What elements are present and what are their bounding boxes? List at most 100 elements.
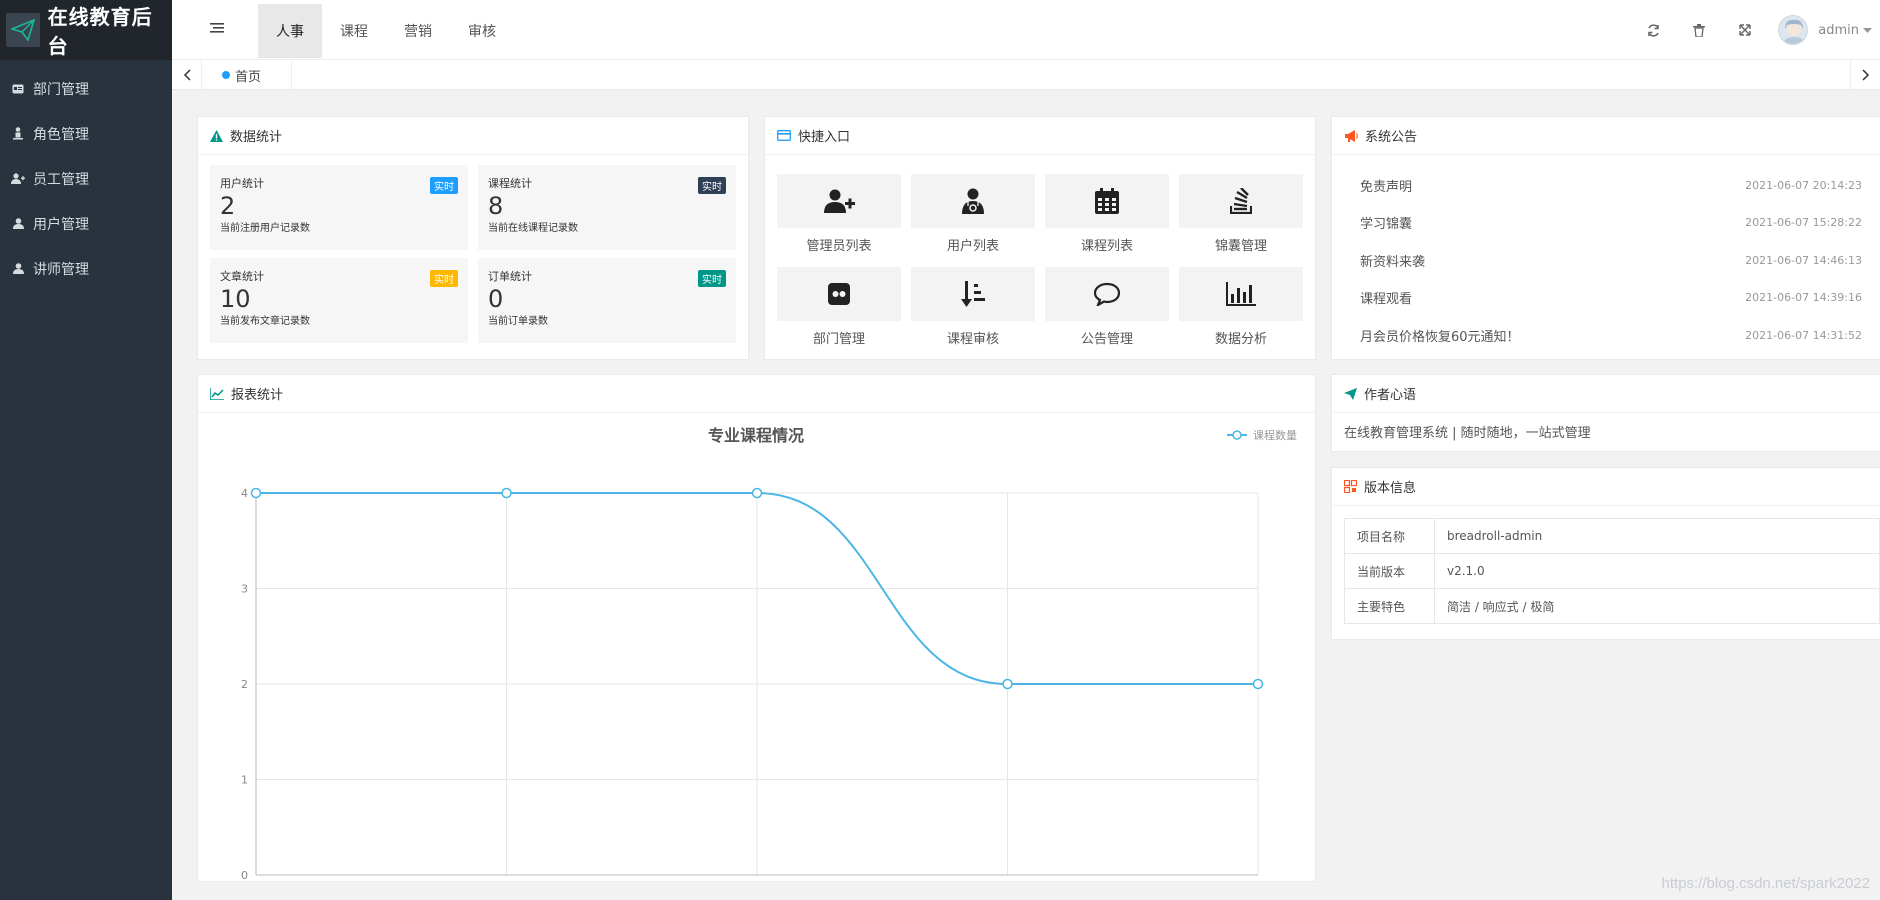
table-cell-value: 简洁 / 响应式 / 极简	[1434, 588, 1880, 624]
notice-time: 2021-06-07 14:31:52	[1745, 328, 1862, 342]
status-badge: 实时	[430, 177, 458, 194]
list-item[interactable]: 免责声明 2021-06-07 20:14:23	[1360, 175, 1862, 195]
data-point[interactable]	[751, 487, 763, 499]
trash-icon[interactable]	[1676, 23, 1722, 37]
notice-time: 2021-06-07 14:39:16	[1745, 290, 1862, 304]
version-card: 版本信息 项目名称 breadroll-admin 当前版本 v2.1.0 主要…	[1331, 467, 1880, 640]
sidebar-item-role[interactable]: 角色管理	[0, 111, 172, 156]
notice-title: 课程观看	[1360, 291, 1413, 307]
data-point[interactable]	[1002, 678, 1013, 690]
version-table: 项目名称 breadroll-admin 当前版本 v2.1.0 主要特色 简洁…	[1344, 518, 1880, 624]
list-item[interactable]: 学习锦囊 2021-06-07 15:28:22	[1360, 212, 1862, 232]
chevron-right-icon[interactable]	[1850, 60, 1880, 90]
user-doctor-icon[interactable]	[911, 174, 1035, 228]
stat-title: 文章统计	[220, 270, 264, 283]
top-nav-tabs: 人事 课程 营销 审核	[258, 4, 514, 58]
menu-toggle-icon[interactable]	[210, 22, 224, 38]
username[interactable]: admin	[1818, 23, 1859, 38]
report-card: 报表统计 0 1 2 3 4 Web前端 计算机专业基础 人工智能 办公软件 求职应聘 专业课程情…	[197, 374, 1316, 882]
legend-label: 课程数量	[1253, 429, 1297, 442]
sidebar-item-label: 员工管理	[33, 171, 89, 188]
table-cell-key: 主要特色	[1344, 588, 1435, 624]
y-tick-label: 0	[241, 869, 248, 881]
active-dot-icon	[222, 71, 230, 79]
sidebar-item-teacher[interactable]: 讲师管理	[0, 246, 172, 291]
list-item[interactable]: 课程观看 2021-06-07 14:39:16	[1360, 287, 1862, 307]
stat-courses[interactable]: 课程统计 实时 8 当前在线课程记录数	[478, 165, 736, 250]
quick-entry-admin-list[interactable]: 管理员列表	[777, 174, 901, 254]
chevron-left-icon[interactable]	[172, 60, 202, 90]
notice-title: 免责声明	[1360, 179, 1413, 195]
y-tick-label: 4	[241, 487, 248, 500]
data-point[interactable]	[250, 487, 262, 499]
tab-home[interactable]: 首页	[208, 60, 292, 90]
avatar[interactable]	[1778, 15, 1809, 45]
stat-orders[interactable]: 订单统计 实时 0 当前订单录数	[478, 258, 736, 343]
sidebar-item-label: 用户管理	[33, 216, 89, 233]
header-actions: admin	[1630, 0, 1880, 60]
stats-card: 数据统计 用户统计 实时 2 当前注册用户记录数 课程统计 实时 8 当前在线课…	[197, 116, 749, 360]
table-row: 主要特色 简洁 / 响应式 / 极简	[1344, 588, 1880, 624]
data-point[interactable]	[501, 487, 512, 499]
author-header: 作者心语	[1332, 375, 1880, 413]
notice-title: 月会员价格恢复60元通知！	[1360, 329, 1520, 345]
x-tick-label: 人工智能	[735, 880, 779, 881]
data-point[interactable]	[1252, 678, 1264, 690]
author-text: 在线教育管理系统 | 随时随地，一站式管理	[1344, 426, 1591, 441]
chart-legend[interactable]: 课程数量	[1227, 429, 1297, 442]
header: 人事 课程 营销 审核 admin	[172, 0, 1880, 60]
bullhorn-icon	[1344, 129, 1358, 142]
quick-entry-course-review[interactable]: 课程审核	[911, 267, 1035, 347]
quick-entry-label: 课程审核	[946, 332, 999, 347]
stat-desc: 当前发布文章记录数	[220, 316, 310, 327]
paper-plane-icon	[1344, 387, 1357, 400]
x-tick-label: Web前端	[233, 880, 279, 881]
quick-entry-analytics[interactable]: 数据分析	[1179, 267, 1303, 347]
sidebar-item-user[interactable]: 用户管理	[0, 201, 172, 246]
badge-icon[interactable]	[777, 267, 901, 321]
quick-entry-course-list[interactable]: 课程列表	[1045, 174, 1169, 254]
author-card: 作者心语 在线教育管理系统 | 随时随地，一站式管理	[1331, 374, 1880, 452]
x-tick-label: 计算机专业基础	[468, 880, 545, 881]
tab-hr[interactable]: 人事	[258, 4, 322, 58]
x-tick-label: 求职应聘	[1236, 880, 1280, 881]
quick-entry-label: 部门管理	[812, 332, 865, 347]
version-title: 版本信息	[1364, 481, 1417, 496]
status-badge: 实时	[698, 177, 726, 194]
bar-chart-icon[interactable]	[1179, 267, 1303, 321]
quick-entry-user-list[interactable]: 用户列表	[911, 174, 1035, 254]
quick-entry-tips[interactable]: 锦囊管理	[1179, 174, 1303, 254]
stat-articles[interactable]: 文章统计 实时 10 当前发布文章记录数	[210, 258, 468, 343]
user-plus-icon[interactable]	[777, 174, 901, 228]
sidebar: 在线教育后台 部门管理 角色管理 员工管理 用户管理 讲师管理	[0, 0, 172, 900]
stat-users[interactable]: 用户统计 实时 2 当前注册用户记录数	[210, 165, 468, 250]
comment-icon[interactable]	[1045, 267, 1169, 321]
sidebar-item-employee[interactable]: 员工管理	[0, 156, 172, 201]
list-item[interactable]: 月会员价格恢复60元通知！ 2021-06-07 14:31:52	[1360, 325, 1862, 345]
quick-entry-label: 管理员列表	[806, 239, 872, 254]
table-cell-value: breadroll-admin	[1434, 518, 1880, 554]
tab-review[interactable]: 审核	[450, 4, 514, 58]
logo[interactable]: 在线教育后台	[0, 0, 172, 60]
sidebar-menu: 部门管理 角色管理 员工管理 用户管理 讲师管理	[0, 66, 172, 291]
sort-down-icon[interactable]	[911, 267, 1035, 321]
sidebar-item-department[interactable]: 部门管理	[0, 66, 172, 111]
teacher-icon	[10, 263, 26, 274]
tab-marketing[interactable]: 营销	[386, 4, 450, 58]
quick-entry-notices[interactable]: 公告管理	[1045, 267, 1169, 347]
app-title: 在线教育后台	[47, 5, 153, 58]
stack-icon[interactable]	[1179, 174, 1303, 228]
notices-card: 系统公告 免责声明 2021-06-07 20:14:23 学习锦囊 2021-…	[1331, 116, 1880, 360]
list-item[interactable]: 新资料来袭 2021-06-07 14:46:13	[1360, 250, 1862, 270]
chevron-down-icon[interactable]	[1863, 23, 1872, 38]
refresh-icon[interactable]	[1630, 23, 1676, 37]
fullscreen-icon[interactable]	[1722, 24, 1768, 36]
page-tabbar: 首页	[172, 60, 1880, 90]
tab-course[interactable]: 课程	[322, 4, 386, 58]
stat-value: 2	[220, 192, 236, 220]
user-icon	[10, 218, 26, 229]
calendar-icon[interactable]	[1045, 174, 1169, 228]
author-title: 作者心语	[1364, 388, 1417, 403]
person-icon	[10, 127, 26, 140]
quick-entry-department[interactable]: 部门管理	[777, 267, 901, 347]
